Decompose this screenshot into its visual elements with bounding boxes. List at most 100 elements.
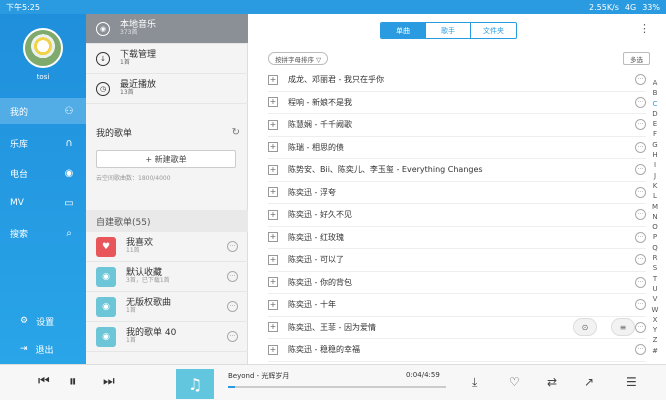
more-options-icon[interactable]: ··· (635, 209, 646, 221)
index-letter[interactable]: U (652, 284, 657, 294)
song-row[interactable]: + 成龙、邓丽君 - 我只在乎你 ··· (268, 69, 646, 92)
index-letter[interactable]: V (653, 294, 658, 304)
avatar[interactable] (23, 28, 63, 68)
more-options-icon[interactable]: ··· (227, 271, 238, 282)
song-row[interactable]: + 陈奕迅 - 浮夸 ··· (268, 182, 646, 204)
add-icon[interactable]: + (268, 232, 278, 243)
share-icon[interactable]: ↗ (584, 375, 594, 389)
more-options-icon[interactable]: ··· (635, 321, 646, 333)
index-letter[interactable]: E (653, 119, 657, 129)
download-icon[interactable]: ⤓ (472, 375, 477, 390)
song-row[interactable]: + 陈奕迅 - 十年 ··· (268, 294, 646, 317)
pause-icon[interactable]: ⏸ (69, 372, 77, 390)
more-options-icon[interactable]: ··· (635, 276, 646, 288)
index-letter[interactable]: Z (653, 335, 658, 345)
index-letter[interactable]: Y (653, 325, 657, 335)
playlist-item[interactable]: ◉ 默认收藏 3首，已下载1首 ··· (86, 262, 248, 292)
self-built-header[interactable]: 自建歌单(55) (86, 210, 248, 232)
more-options-icon[interactable]: ··· (635, 231, 646, 243)
index-letter[interactable]: # (652, 346, 658, 356)
index-letter[interactable]: Q (652, 243, 658, 253)
logout-button[interactable]: ⇥ 退出 (0, 338, 86, 360)
previous-icon[interactable]: ⏮ (38, 374, 50, 389)
index-letter[interactable]: K (653, 181, 658, 191)
download-manager-item[interactable]: ↓ 下载管理 1首 (86, 44, 248, 74)
index-letter[interactable]: D (652, 109, 657, 119)
index-letter[interactable]: N (652, 212, 657, 222)
index-letter[interactable]: C (653, 99, 658, 109)
more-options-icon[interactable]: ··· (635, 344, 646, 356)
add-icon[interactable]: + (268, 344, 278, 355)
index-letter[interactable]: F (653, 129, 657, 139)
locate-icon[interactable]: ⊙ (573, 318, 597, 336)
index-letter[interactable]: M (652, 202, 658, 212)
refresh-icon[interactable]: ↻ (232, 127, 240, 138)
heart-icon[interactable]: ♡ (509, 375, 520, 389)
playlist-icon[interactable]: ☰ (626, 375, 637, 389)
nav-item-3[interactable]: MV ▭ (0, 190, 86, 216)
add-icon[interactable]: + (268, 74, 278, 85)
add-icon[interactable]: + (268, 119, 278, 130)
search-list-icon[interactable]: ≡ (611, 318, 635, 336)
add-icon[interactable]: + (268, 322, 278, 333)
add-icon[interactable]: + (268, 209, 278, 220)
playlist-item[interactable]: ♥ 我喜欢 11首 ··· (86, 232, 248, 262)
index-letter[interactable]: H (652, 150, 657, 160)
album-cover[interactable]: ♫ (176, 369, 214, 399)
more-options-icon[interactable]: ··· (635, 186, 646, 198)
song-row[interactable]: + 陈奕迅 - 红玫瑰 ··· (268, 227, 646, 249)
add-icon[interactable]: + (268, 254, 278, 265)
more-options-icon[interactable]: ··· (635, 119, 646, 131)
tab-songs[interactable]: 单曲 (381, 23, 426, 38)
add-icon[interactable]: + (268, 187, 278, 198)
song-row[interactable]: + 陈瑞 - 相思的债 ··· (268, 137, 646, 159)
more-options-icon[interactable]: ··· (227, 301, 238, 312)
settings-button[interactable]: ⚙ 设置 (0, 310, 86, 332)
song-row[interactable]: + 陈慧娴 - 千千阙歌 ··· (268, 114, 646, 137)
index-letter[interactable]: O (652, 222, 658, 232)
nav-item-1[interactable]: 乐库 ∩ (0, 130, 86, 156)
alphabet-index[interactable]: A B C D E F G H I J K L M N O P Q R S T U V W X Y Z # (650, 78, 660, 356)
index-letter[interactable]: W (652, 305, 659, 315)
nav-item-0[interactable]: 我的 ⚇ (0, 98, 86, 124)
nav-item-4[interactable]: 搜索 ⌕ (0, 220, 86, 246)
add-icon[interactable]: + (268, 277, 278, 288)
next-icon[interactable]: ⏭ (103, 374, 115, 389)
local-music-item[interactable]: ◉ 本地音乐 373首 (86, 14, 248, 44)
more-options-icon[interactable]: ··· (635, 164, 646, 176)
repeat-icon[interactable]: ⇄ (547, 375, 557, 389)
sort-dropdown[interactable]: 按拼字母排序 ▽ (268, 52, 329, 65)
more-menu-icon[interactable]: ⋮ (639, 22, 650, 35)
index-letter[interactable]: J (654, 171, 656, 181)
index-letter[interactable]: I (654, 160, 656, 170)
more-options-icon[interactable]: ··· (635, 299, 646, 311)
add-icon[interactable]: + (268, 299, 278, 310)
more-options-icon[interactable]: ··· (227, 331, 238, 342)
more-options-icon[interactable]: ··· (227, 241, 238, 252)
index-letter[interactable]: S (653, 263, 657, 273)
song-row[interactable]: + 陈奕迅 - 稳稳的幸福 ··· (268, 339, 646, 362)
index-letter[interactable]: B (653, 88, 658, 98)
index-letter[interactable]: X (653, 315, 658, 325)
add-icon[interactable]: + (268, 97, 278, 108)
add-icon[interactable]: + (268, 164, 278, 175)
more-options-icon[interactable]: ··· (635, 74, 646, 86)
more-options-icon[interactable]: ··· (635, 141, 646, 153)
song-row[interactable]: + 陈奕迅 - 好久不见 ··· (268, 204, 646, 227)
more-options-icon[interactable]: ··· (635, 254, 646, 266)
more-options-icon[interactable]: ··· (635, 96, 646, 108)
index-letter[interactable]: T (653, 274, 657, 284)
new-playlist-button[interactable]: + 新建歌单 (96, 150, 236, 168)
add-icon[interactable]: + (268, 142, 278, 153)
tab-artists[interactable]: 歌手 (426, 23, 471, 38)
index-letter[interactable]: L (653, 191, 657, 201)
song-row[interactable]: + 陈奕迅 - 可以了 ··· (268, 249, 646, 272)
playlist-item[interactable]: ◉ 无版权歌曲 1首 ··· (86, 292, 248, 322)
index-letter[interactable]: G (652, 140, 657, 150)
index-letter[interactable]: A (653, 78, 658, 88)
playlist-item[interactable]: ◉ 我的歌单 40 1首 ··· (86, 322, 248, 352)
progress-bar[interactable] (228, 386, 446, 388)
nav-item-2[interactable]: 电台 ◉ (0, 160, 86, 186)
song-row[interactable]: + 程响 - 新娘不是我 ··· (268, 92, 646, 114)
index-letter[interactable]: P (653, 232, 657, 242)
